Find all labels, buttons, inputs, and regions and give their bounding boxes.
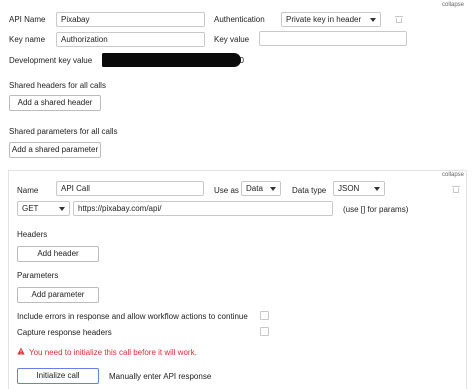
chevron-down-icon <box>370 18 376 22</box>
add-shared-parameter-button[interactable]: Add a shared parameter <box>9 142 101 158</box>
trash-icon[interactable] <box>395 16 403 23</box>
authentication-label: Authentication <box>214 15 265 24</box>
use-as-label: Use as <box>214 186 239 195</box>
use-as-select[interactable]: Data <box>241 181 281 196</box>
chevron-down-icon <box>270 187 276 191</box>
key-name-label: Key name <box>9 35 46 44</box>
chevron-down-icon <box>59 207 65 211</box>
data-type-select[interactable]: JSON <box>333 181 385 196</box>
capture-headers-label: Capture response headers <box>17 328 112 337</box>
key-value-label: Key value <box>214 35 250 44</box>
api-name-label: API Name <box>9 15 46 24</box>
capture-headers-checkbox[interactable] <box>260 327 269 336</box>
warning-icon <box>17 347 25 355</box>
trash-icon[interactable] <box>452 186 460 193</box>
add-shared-header-button[interactable]: Add a shared header <box>9 95 101 111</box>
call-name-input[interactable]: API Call <box>56 181 204 196</box>
dev-key-label: Development key value <box>9 56 93 65</box>
include-errors-checkbox[interactable] <box>260 311 269 320</box>
http-method-select[interactable]: GET <box>17 201 70 216</box>
data-type-label: Data type <box>292 186 327 195</box>
top-collapse-link[interactable]: collapse <box>442 2 464 8</box>
parameters-label: Parameters <box>17 271 59 280</box>
add-parameter-button[interactable]: Add parameter <box>17 287 99 303</box>
manual-api-response-link[interactable]: Manually enter API response <box>109 372 211 381</box>
include-errors-label: Include errors in response and allow wor… <box>17 312 248 321</box>
key-name-input[interactable]: Authorization <box>56 32 205 47</box>
redaction-mark <box>102 53 241 67</box>
headers-label: Headers <box>17 230 48 239</box>
http-method-value: GET <box>22 204 39 213</box>
key-value-input[interactable] <box>259 31 407 46</box>
call-collapse-link[interactable]: collapse <box>442 172 464 178</box>
authentication-select[interactable]: Private key in header <box>281 12 381 27</box>
shared-headers-label: Shared headers for all calls <box>9 81 106 90</box>
call-name-label: Name <box>17 186 39 195</box>
url-hint: (use [] for params) <box>343 205 409 214</box>
warning-message: You need to initialize this call before … <box>29 348 197 357</box>
add-header-button[interactable]: Add header <box>17 246 99 262</box>
data-type-value: JSON <box>338 184 360 193</box>
api-name-input[interactable]: Pixabay <box>56 12 205 27</box>
use-as-value: Data <box>246 184 263 193</box>
initialize-call-button[interactable]: Initialize call <box>17 368 99 384</box>
authentication-value: Private key in header <box>286 15 362 24</box>
url-input[interactable]: https://pixabay.com/api/ <box>73 201 333 216</box>
shared-params-label: Shared parameters for all calls <box>9 127 118 136</box>
chevron-down-icon <box>374 187 380 191</box>
